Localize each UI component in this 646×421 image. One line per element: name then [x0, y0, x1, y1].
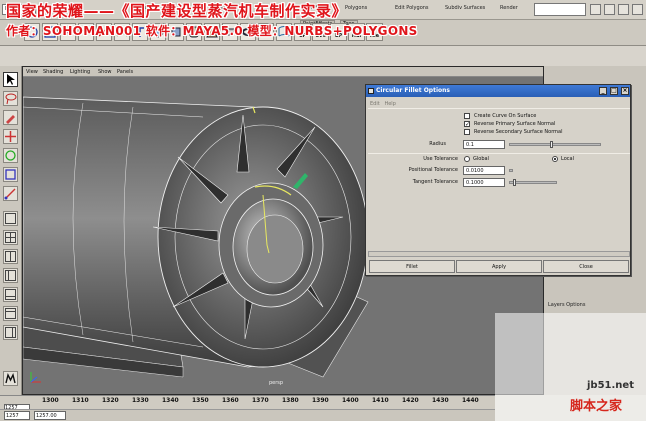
- global-radio[interactable]: [464, 156, 470, 162]
- paint-select-icon[interactable]: [3, 110, 18, 125]
- attribute-editor-icon[interactable]: [632, 4, 643, 15]
- maximize-icon[interactable]: □: [610, 87, 618, 95]
- menu-edit-polygons[interactable]: Edit Polygons: [395, 5, 429, 11]
- render-icon[interactable]: [590, 4, 601, 15]
- dialog-title: Circular Fillet Options: [376, 87, 450, 94]
- time-tick: 1430: [432, 397, 449, 404]
- time-tick: 1410: [372, 397, 389, 404]
- viewport-menu-panels[interactable]: Panels: [117, 69, 133, 75]
- watermark-name: 脚本之家: [570, 399, 623, 414]
- tangent-tolerance-slider[interactable]: [509, 179, 557, 186]
- positional-tolerance-slider[interactable]: [509, 169, 513, 172]
- time-tick: 1350: [192, 397, 209, 404]
- outliner-layout-icon[interactable]: [3, 268, 18, 283]
- reverse-primary-label: Reverse Primary Surface Normal: [474, 121, 556, 127]
- time-tick: 1390: [312, 397, 329, 404]
- radius-input[interactable]: 0.1: [463, 140, 505, 149]
- positional-tolerance-input[interactable]: 0.0100: [463, 166, 505, 175]
- dialog-scrollbar[interactable]: [368, 251, 630, 257]
- time-tick: 1310: [72, 397, 89, 404]
- time-tick: 1320: [102, 397, 119, 404]
- manipulator-icon[interactable]: [3, 186, 18, 201]
- lasso-icon[interactable]: [3, 91, 18, 106]
- maya-logo-icon: [3, 371, 18, 386]
- radius-slider[interactable]: [509, 141, 601, 148]
- create-curve-checkbox[interactable]: [464, 113, 470, 119]
- dialog-menubar: Edit Help: [370, 101, 396, 107]
- overlay-subtitle: 作者：SOHOMAN001 软件：MAYA5.0 模型：NURBS+POLYGO…: [6, 24, 418, 38]
- ipr-icon[interactable]: [604, 4, 615, 15]
- divider: [368, 153, 630, 154]
- radius-label: Radius: [429, 141, 446, 147]
- status-tools: [534, 3, 644, 17]
- viewport-menu-view[interactable]: View: [26, 69, 38, 75]
- reverse-secondary-label: Reverse Secondary Surface Normal: [474, 129, 563, 135]
- single-layout-icon[interactable]: [3, 211, 18, 226]
- viewport-menubar: View Shading Lighting Show Panels: [23, 67, 543, 77]
- local-radio[interactable]: [552, 156, 558, 162]
- fillet-button[interactable]: Fillet: [369, 260, 455, 273]
- tangent-slider-knob[interactable]: [513, 179, 516, 186]
- layers-options-label[interactable]: Layers Options: [548, 302, 585, 308]
- time-tick: 1420: [402, 397, 419, 404]
- two-layout-icon[interactable]: [3, 249, 18, 264]
- rotate-icon[interactable]: [3, 148, 18, 163]
- menu-render[interactable]: Render: [500, 5, 518, 11]
- select-arrow-icon[interactable]: [3, 72, 18, 87]
- time-slider[interactable]: 1300 1310 1320 1330 1340 1350 1360 1370 …: [0, 395, 495, 409]
- channel-box-icon[interactable]: [618, 4, 629, 15]
- viewport-menu-lighting[interactable]: Lighting: [70, 69, 90, 75]
- divider: [368, 108, 630, 109]
- time-tick: 1380: [282, 397, 299, 404]
- tangent-tolerance-input[interactable]: 0.1000: [463, 178, 505, 187]
- radius-slider-knob[interactable]: [550, 141, 553, 148]
- viewport-menu-shading[interactable]: Shading: [43, 69, 63, 75]
- time-tick: 1400: [342, 397, 359, 404]
- dialog-app-icon: [368, 88, 374, 94]
- four-layout-icon[interactable]: [3, 230, 18, 245]
- circular-fillet-dialog: Circular Fillet Options _ □ × Edit Help …: [365, 84, 631, 276]
- tangent-tolerance-label: Tangent Tolerance: [412, 179, 458, 185]
- viewport-menu-show[interactable]: Show: [98, 69, 112, 75]
- hypershade-layout-icon[interactable]: [3, 306, 18, 321]
- use-tolerance-label: Use Tolerance: [423, 156, 458, 162]
- global-label: Global: [473, 156, 489, 162]
- minimize-icon[interactable]: _: [599, 87, 607, 95]
- scale-icon[interactable]: [3, 167, 18, 182]
- close-icon[interactable]: ×: [621, 87, 629, 95]
- create-curve-label: Create Curve On Surface: [474, 113, 537, 119]
- time-tick: 1340: [162, 397, 179, 404]
- dialog-titlebar[interactable]: Circular Fillet Options _ □ ×: [366, 85, 630, 97]
- close-button[interactable]: Close: [543, 260, 629, 273]
- toolbox: [0, 66, 22, 395]
- watermark-site: jb51.net: [587, 380, 634, 391]
- dialog-menu-help[interactable]: Help: [384, 101, 395, 107]
- time-tick: 1330: [132, 397, 149, 404]
- dialog-menu-edit[interactable]: Edit: [370, 101, 380, 107]
- graph-layout-icon[interactable]: [3, 287, 18, 302]
- time-tick: 1300: [42, 397, 59, 404]
- time-tick: 1370: [252, 397, 269, 404]
- positional-tolerance-label: Positional Tolerance: [408, 167, 458, 173]
- range-current-field[interactable]: 1257.00: [34, 411, 66, 420]
- time-tick: 1440: [462, 397, 479, 404]
- axis-gizmo-icon: [30, 372, 41, 383]
- script-layout-icon[interactable]: [3, 325, 18, 340]
- reverse-secondary-checkbox[interactable]: [464, 129, 470, 135]
- reverse-primary-checkbox[interactable]: ✓: [464, 121, 470, 128]
- menu-polygons[interactable]: Polygons: [345, 5, 367, 11]
- menu-subdiv[interactable]: Subdiv Surfaces: [445, 5, 485, 11]
- overlay-title: 国家的荣耀——《国产建设型蒸汽机车制作实录》: [6, 2, 348, 20]
- apply-button[interactable]: Apply: [456, 260, 542, 273]
- time-tick: 1360: [222, 397, 239, 404]
- range-start-field[interactable]: 1257: [4, 411, 30, 420]
- local-label: Local: [561, 156, 574, 162]
- quick-select-field[interactable]: [534, 3, 586, 16]
- move-icon[interactable]: [3, 129, 18, 144]
- viewport-camera-label: persp: [269, 380, 284, 386]
- range-slider: [0, 409, 495, 421]
